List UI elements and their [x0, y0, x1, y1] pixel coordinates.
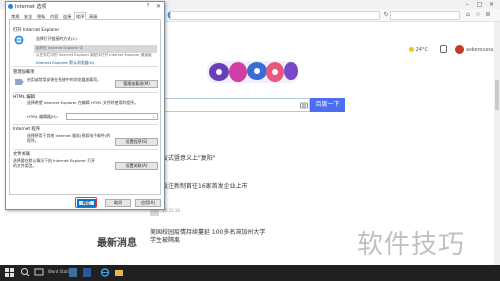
divider — [13, 149, 158, 150]
divider — [13, 124, 158, 125]
file-explorer-icon[interactable] — [114, 267, 124, 278]
ie-icon[interactable] — [100, 267, 110, 278]
ok-button-highlight — [75, 197, 97, 208]
search-button[interactable]: 百度一下 — [310, 98, 345, 112]
divider — [13, 66, 158, 67]
addons-group-title: 管理加载项 — [13, 70, 35, 75]
html-editing-description: 选择希望 Internet Explorer 在编辑 HTML 文件时使用的程序… — [27, 100, 138, 105]
app-icon[interactable] — [68, 267, 78, 278]
ie-logo-icon — [14, 35, 24, 45]
scrollbar-thumb[interactable] — [495, 80, 499, 110]
close-icon[interactable]: ✕ — [487, 0, 496, 9]
task-view-icon[interactable] — [34, 267, 44, 278]
news-item[interactable]: 板注新制首往16家首发企业上市 — [162, 181, 248, 190]
manage-addons-button[interactable]: 管理加载项(M) — [115, 80, 158, 88]
internet-options-icon — [8, 4, 13, 9]
address-input[interactable] — [170, 11, 380, 20]
baidu-doodle-logo[interactable] — [205, 58, 300, 86]
close-button[interactable]: ✕ — [154, 2, 163, 11]
file-associations-description: 选择要在默认情况下由 Internet Explorer 打开的文件类型。 — [13, 158, 96, 168]
set-programs-button[interactable]: 设置程序(S) — [115, 138, 158, 146]
addons-description: 启用或禁用安装在系统中的浏览器加载项。 — [27, 77, 101, 82]
search-input[interactable] — [160, 98, 310, 112]
open-ie-description: 选择打开链接的方式(C) — [36, 36, 77, 41]
watermark: 软件技巧 — [357, 230, 466, 260]
internet-programs-description: 选择将用于其他 Internet 服务(例如电子邮件)的程序。 — [27, 133, 111, 143]
news-section-title: 最新消息 — [97, 238, 137, 249]
puzzle-icon — [15, 79, 24, 85]
minimize-icon[interactable]: – — [463, 0, 472, 9]
user-name[interactable]: askerousss — [466, 47, 493, 53]
scrollbar[interactable] — [494, 22, 500, 265]
html-editor-label: HTML 编辑器(H): — [27, 114, 59, 119]
word-icon[interactable] — [82, 267, 92, 278]
html-editor-select[interactable] — [66, 113, 158, 120]
help-button[interactable]: ? — [144, 2, 152, 11]
file-associations-group-title: 文件关联 — [13, 152, 31, 157]
notification-icon[interactable] — [440, 45, 447, 53]
open-ie-group-title: 打开 Internet Explorer — [13, 28, 60, 33]
internet-programs-group-title: Internet 程序 — [13, 127, 41, 132]
avatar[interactable] — [455, 45, 464, 54]
favorites-icon[interactable]: ☆ — [474, 11, 482, 19]
browser-search-input[interactable] — [390, 11, 460, 20]
internet-options-dialog: Internet 选项 ? ✕ 常规 安全 隐私 内容 连接 程序 高级 打开 … — [5, 1, 165, 210]
home-icon[interactable]: ⌂ — [464, 11, 472, 19]
divider — [13, 92, 158, 93]
weather-temperature: 24°C — [415, 47, 428, 53]
cancel-button[interactable]: 取消 — [105, 199, 131, 207]
set-associations-button[interactable]: 设置关联(A) — [115, 162, 158, 170]
gear-icon[interactable]: ⚙ — [484, 11, 492, 19]
weather-widget[interactable]: 24°C — [409, 47, 428, 53]
search-icon[interactable] — [20, 267, 30, 278]
taskbar-tile-checkbox-label[interactable]: 从任务栏中的 Internet Explorer 磁贴中打开 Internet … — [36, 53, 156, 58]
open-ie-select-value: 始终在 Internet Explorer 中 — [36, 46, 84, 50]
sun-icon — [409, 47, 414, 52]
chevron-down-icon: ⌄ — [152, 114, 156, 119]
refresh-icon[interactable]: ↻ — [382, 11, 390, 19]
camera-icon[interactable] — [300, 101, 308, 109]
news-item[interactable]: 美国校园疫情持续蔓延 100多名滞加州大学学生被隔离 — [150, 229, 270, 245]
windows-start-icon[interactable] — [5, 268, 14, 277]
maximize-icon[interactable]: □ — [475, 0, 484, 9]
apply-button[interactable]: 应用(A) — [135, 199, 161, 207]
dialog-title: Internet 选项 — [15, 4, 47, 10]
news-item[interactable]: 仪式暨意义上"复阳" — [162, 153, 216, 162]
